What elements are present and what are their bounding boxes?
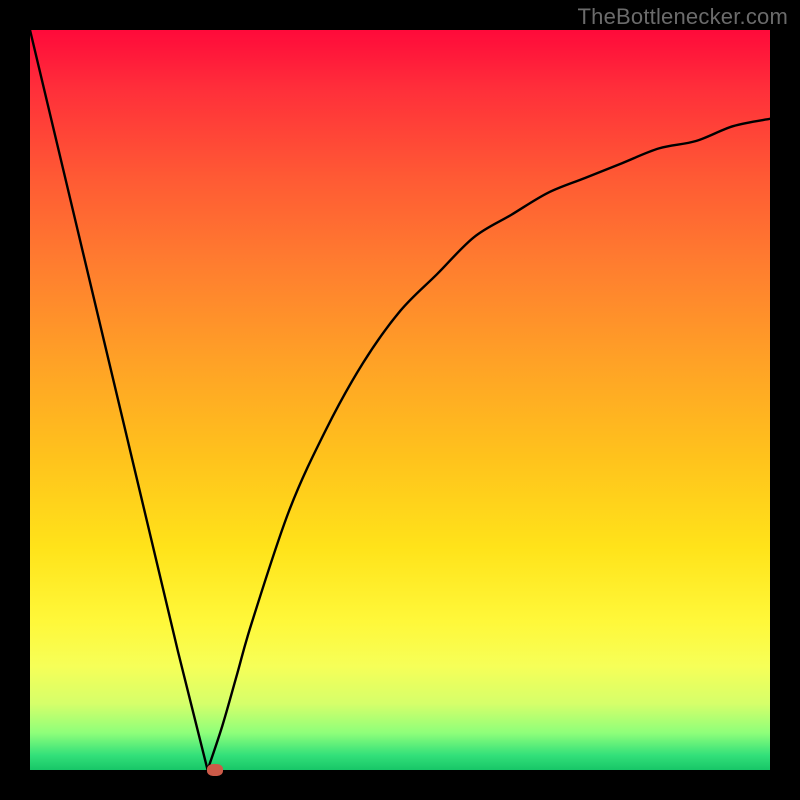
watermark-text: TheBottlenecker.com xyxy=(578,4,788,30)
plot-area xyxy=(30,30,770,770)
bottleneck-curve xyxy=(30,30,770,770)
chart-frame: TheBottlenecker.com xyxy=(0,0,800,800)
minimum-marker xyxy=(207,764,223,776)
